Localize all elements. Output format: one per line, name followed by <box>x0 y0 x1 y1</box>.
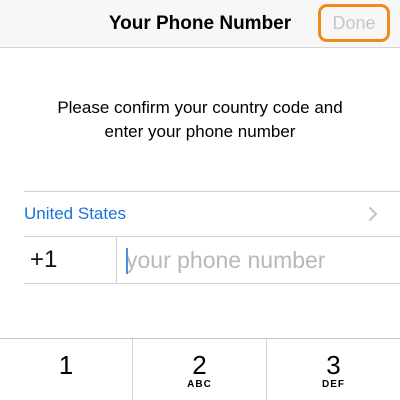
key-2[interactable]: 2 ABC <box>133 339 266 400</box>
code-divider <box>116 237 117 283</box>
country-code-field[interactable]: +1 <box>30 237 100 283</box>
key-letters: ABC <box>187 379 212 390</box>
key-1[interactable]: 1 <box>0 339 132 400</box>
divider <box>24 283 400 284</box>
numeric-keypad: 1 2 ABC 3 DEF <box>0 338 400 400</box>
instructions-line: enter your phone number <box>104 122 296 141</box>
key-digit: 2 <box>192 350 207 380</box>
done-button[interactable]: Done <box>318 4 390 42</box>
phone-entry-row: +1 <box>0 237 400 283</box>
instructions-text: Please confirm your country code and ent… <box>10 96 390 144</box>
key-digit: 3 <box>326 350 341 380</box>
key-letters: DEF <box>322 379 345 390</box>
instructions-line: Please confirm your country code and <box>57 98 343 117</box>
key-digit: 1 <box>58 350 74 380</box>
chevron-right-icon <box>369 207 377 221</box>
country-selector[interactable]: United States <box>0 192 400 236</box>
phone-number-input[interactable] <box>126 240 388 280</box>
country-name: United States <box>24 204 127 223</box>
text-cursor <box>126 248 128 274</box>
navigation-bar: Your Phone Number Done <box>0 0 400 48</box>
key-3[interactable]: 3 DEF <box>267 339 400 400</box>
